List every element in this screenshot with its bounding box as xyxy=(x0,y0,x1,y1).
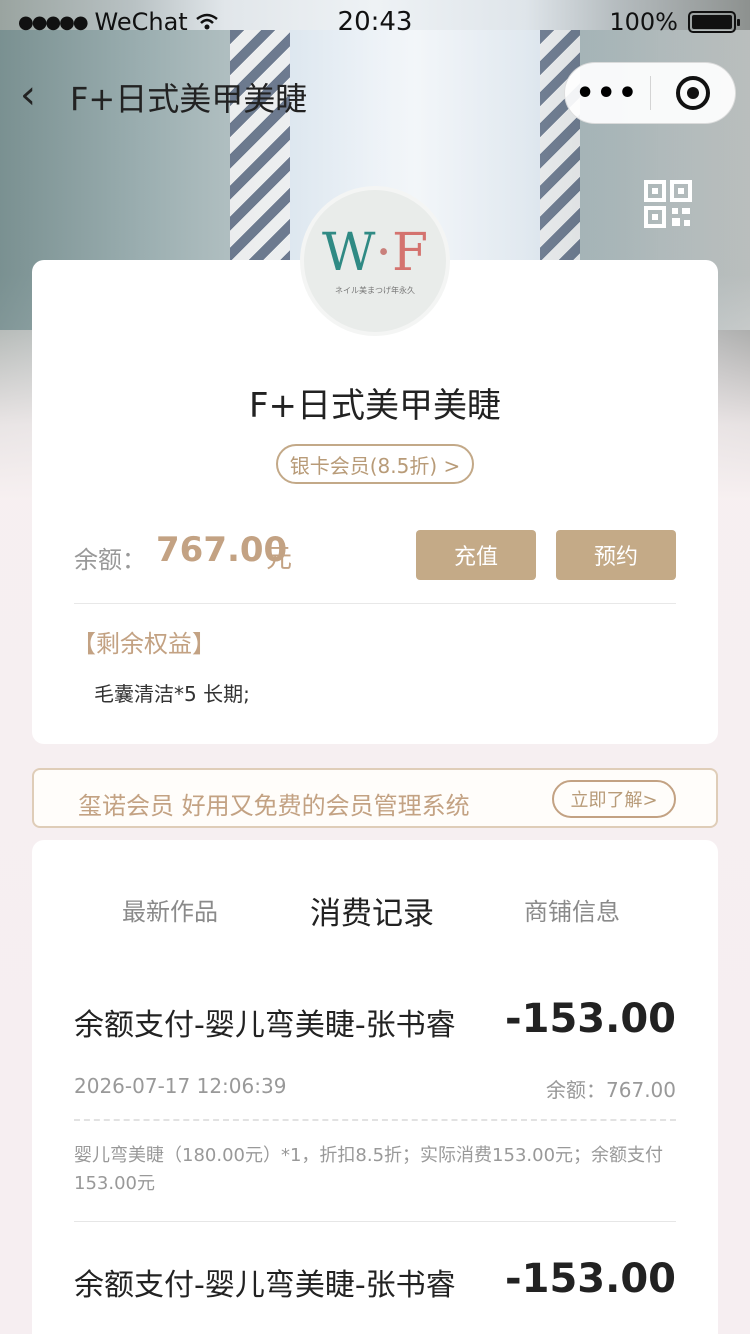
close-miniprogram-button[interactable] xyxy=(651,76,736,110)
record-divider xyxy=(74,1221,676,1222)
wifi-icon xyxy=(195,13,218,30)
member-level-badge[interactable]: 银卡会员(8.5折) > xyxy=(276,444,474,484)
record-balance: 余额：767.00 xyxy=(546,1078,676,1102)
qr-code-icon[interactable] xyxy=(644,180,692,228)
page: ●●●●● WeChat 20:43 100% ‹ F+日式美甲美睫 ••• W… xyxy=(0,0,750,1334)
shop-name: F+日式美甲美睫 xyxy=(248,386,502,426)
back-chevron-icon[interactable]: ‹ xyxy=(20,72,36,118)
tab-consumption-records[interactable]: 消费记录 xyxy=(310,888,434,933)
promo-text: 玺诺会员 好用又免费的会员管理系统 xyxy=(78,792,470,820)
nav-bar: ‹ F+日式美甲美睫 ••• xyxy=(0,60,750,124)
recharge-button[interactable]: 充值 xyxy=(416,530,536,580)
signal-icon: ●●●●● xyxy=(18,11,89,33)
learn-more-button[interactable]: 立即了解> xyxy=(552,780,676,818)
balance-label: 余额： xyxy=(74,546,146,574)
shop-logo: W·F ネイル美まつげ年永久 xyxy=(300,186,450,336)
booking-button[interactable]: 预约 xyxy=(556,530,676,580)
record-title: 余额支付-婴儿弯美睫-张书睿 xyxy=(74,1268,456,1303)
record-detail: 婴儿弯美睫（180.00元）*1，折扣8.5折；实际消费153.00元；余额支付… xyxy=(74,1145,664,1194)
balance-unit: 元 xyxy=(266,544,293,574)
status-bar: ●●●●● WeChat 20:43 100% xyxy=(0,0,750,44)
battery-icon xyxy=(688,11,740,33)
record-date: 2026-07-17 12:06:39 xyxy=(74,1074,287,1098)
promo-banner: 玺诺会员 好用又免费的会员管理系统 立即了解> xyxy=(32,768,718,828)
records-card: 最新作品 消费记录 商铺信息 余额支付-婴儿弯美睫-张书睿 -153.00 20… xyxy=(32,840,718,1334)
nav-title: F+日式美甲美睫 xyxy=(70,80,308,118)
target-icon xyxy=(675,76,710,110)
benefits-title: 【剩余权益】 xyxy=(72,630,216,658)
logo-tagline: ネイル美まつげ年永久 xyxy=(335,285,415,295)
carrier-label: WeChat xyxy=(94,8,188,36)
record-amount: -153.00 xyxy=(505,1256,676,1302)
dashed-divider xyxy=(74,1119,676,1121)
battery-percent: 100% xyxy=(609,8,678,36)
benefit-item: 毛囊清洁*5 长期; xyxy=(94,682,250,706)
record-title: 余额支付-婴儿弯美睫-张书睿 xyxy=(74,1008,456,1043)
record-amount: -153.00 xyxy=(505,996,676,1042)
miniprogram-capsule: ••• xyxy=(564,62,736,124)
divider xyxy=(74,603,676,604)
tab-latest-works[interactable]: 最新作品 xyxy=(122,892,218,927)
more-menu-button[interactable]: ••• xyxy=(565,76,650,111)
tab-shop-info[interactable]: 商铺信息 xyxy=(524,892,620,927)
